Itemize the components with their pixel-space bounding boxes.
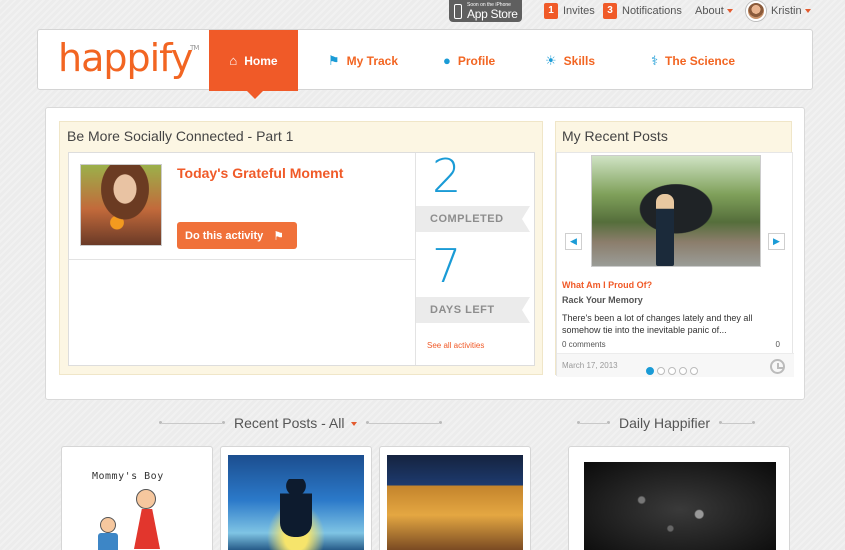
invites-link[interactable]: 1 Invites bbox=[544, 3, 595, 19]
post-tile[interactable]: Mommy's Boy bbox=[61, 446, 213, 550]
activity-moment-title[interactable]: Today's Grateful Moment bbox=[177, 165, 343, 181]
post-title[interactable]: What Am I Proud Of? bbox=[562, 280, 652, 290]
tile-image bbox=[228, 455, 364, 550]
post-excerpt: There's been a lot of changes lately and… bbox=[562, 313, 753, 335]
post-tile[interactable] bbox=[220, 446, 372, 550]
nav-the-science[interactable]: ⚕ The Science bbox=[651, 30, 735, 91]
days-left-count: 7 bbox=[432, 239, 462, 293]
daily-happifier-tile[interactable] bbox=[568, 446, 790, 550]
carousel-dot[interactable] bbox=[646, 367, 654, 375]
post-photo[interactable] bbox=[591, 155, 761, 267]
post-tile[interactable] bbox=[379, 446, 531, 550]
phone-icon bbox=[454, 3, 462, 19]
clock-icon bbox=[770, 359, 785, 374]
nav-profile-label: Profile bbox=[457, 53, 496, 68]
nav-profile[interactable]: ● Profile bbox=[443, 30, 495, 91]
see-all-activities-link[interactable]: See all activities bbox=[427, 341, 484, 350]
chevron-down-icon bbox=[351, 422, 358, 427]
drawing-dress bbox=[134, 509, 160, 549]
invites-label: Invites bbox=[563, 5, 595, 17]
divider bbox=[719, 420, 756, 424]
flask-icon: ⚕ bbox=[651, 52, 659, 68]
nav-home[interactable]: ⌂ Home bbox=[209, 30, 298, 99]
logo-tm: TM bbox=[190, 44, 199, 52]
flag-icon: ⚑ bbox=[328, 52, 340, 68]
nav-my-track[interactable]: ⚑ My Track bbox=[328, 30, 398, 91]
do-activity-button[interactable]: Do this activity ⚑ bbox=[177, 222, 297, 249]
about-menu[interactable]: About bbox=[695, 3, 733, 19]
about-label: About bbox=[695, 5, 724, 17]
drawing-figure bbox=[100, 517, 116, 533]
completed-count: 2 bbox=[432, 149, 462, 203]
post-footer: March 17, 2013 bbox=[557, 353, 794, 377]
recent-post-card: ◀ ▶ What Am I Proud Of? Rack Your Memory… bbox=[556, 152, 794, 377]
avatar bbox=[746, 1, 766, 21]
main-header: happify TM ⌂ Home ⚑ My Track ● Profile ☀ … bbox=[37, 29, 813, 99]
do-activity-label: Do this activity bbox=[185, 229, 264, 242]
post-comments-link[interactable]: 0 comments bbox=[562, 340, 606, 349]
nav-my-track-label: My Track bbox=[346, 53, 399, 68]
nav-skills-label: Skills bbox=[563, 53, 596, 68]
notifications-count-badge: 3 bbox=[603, 3, 617, 19]
post-count: 0 bbox=[775, 340, 780, 349]
happify-logo[interactable]: happify TM bbox=[58, 36, 199, 80]
divider bbox=[159, 420, 225, 424]
app-store-label: App Store bbox=[467, 7, 518, 21]
daily-happifier-header: Daily Happifier bbox=[568, 415, 764, 431]
invites-count-badge: 1 bbox=[544, 3, 558, 19]
chevron-down-icon bbox=[804, 9, 811, 13]
drawing-figure bbox=[136, 489, 156, 509]
notifications-label: Notifications bbox=[622, 5, 682, 17]
person-figure bbox=[656, 194, 674, 266]
drawing-shirt bbox=[98, 533, 118, 550]
nav-the-science-label: The Science bbox=[665, 53, 736, 68]
carousel-dots bbox=[646, 367, 698, 375]
carousel-dot[interactable] bbox=[657, 367, 665, 375]
nav-home-label: Home bbox=[244, 53, 278, 68]
dashboard-panel: Be More Socially Connected - Part 1 Toda… bbox=[45, 107, 805, 400]
activity-stats: 2 COMPLETED 7 DAYS LEFT See all activiti… bbox=[415, 149, 535, 365]
recent-posts-panel: My Recent Posts ◀ ▶ What Am I Proud Of? … bbox=[555, 121, 794, 377]
recent-posts-header-label: Recent Posts - All bbox=[234, 415, 345, 431]
activity-section: Be More Socially Connected - Part 1 Toda… bbox=[59, 121, 543, 375]
user-menu[interactable]: Kristin bbox=[746, 1, 811, 21]
completed-label: COMPLETED bbox=[416, 206, 530, 232]
divider bbox=[69, 259, 415, 260]
carousel-dot[interactable] bbox=[679, 367, 687, 375]
flag-icon: ⚑ bbox=[273, 228, 285, 243]
carousel-dot[interactable] bbox=[668, 367, 676, 375]
sun-icon: ☀ bbox=[545, 52, 557, 68]
divider bbox=[366, 420, 443, 424]
recent-posts-title: My Recent Posts bbox=[562, 128, 668, 144]
tile-image bbox=[387, 455, 523, 550]
home-icon: ⌂ bbox=[229, 53, 238, 68]
divider bbox=[577, 420, 610, 424]
carousel-dot[interactable] bbox=[690, 367, 698, 375]
app-store-badge[interactable]: Soon on the iPhone App Store bbox=[449, 0, 522, 22]
daily-happifier-label: Daily Happifier bbox=[619, 415, 711, 431]
logo-text: happify bbox=[58, 36, 193, 80]
next-arrow-icon[interactable]: ▶ bbox=[768, 233, 785, 250]
recent-posts-header: Recent Posts - All bbox=[150, 415, 451, 431]
prev-arrow-icon[interactable]: ◀ bbox=[565, 233, 582, 250]
chevron-down-icon bbox=[726, 9, 733, 13]
nav-skills[interactable]: ☀ Skills bbox=[545, 30, 595, 91]
person-icon: ● bbox=[443, 53, 451, 68]
activity-card: Today's Grateful Moment Do this activity… bbox=[68, 149, 535, 366]
daily-happifier-image bbox=[584, 462, 776, 550]
post-subtitle: Rack Your Memory bbox=[562, 295, 643, 305]
tile-caption: Mommy's Boy bbox=[92, 471, 164, 482]
notifications-link[interactable]: 3 Notifications bbox=[603, 3, 682, 19]
person-figure bbox=[280, 479, 312, 537]
activity-title: Be More Socially Connected - Part 1 bbox=[67, 128, 294, 144]
post-date: March 17, 2013 bbox=[562, 361, 618, 370]
user-name: Kristin bbox=[771, 5, 802, 17]
activity-photo bbox=[80, 164, 162, 246]
days-left-label: DAYS LEFT bbox=[416, 297, 530, 323]
recent-posts-filter[interactable]: Recent Posts - All bbox=[234, 415, 358, 431]
